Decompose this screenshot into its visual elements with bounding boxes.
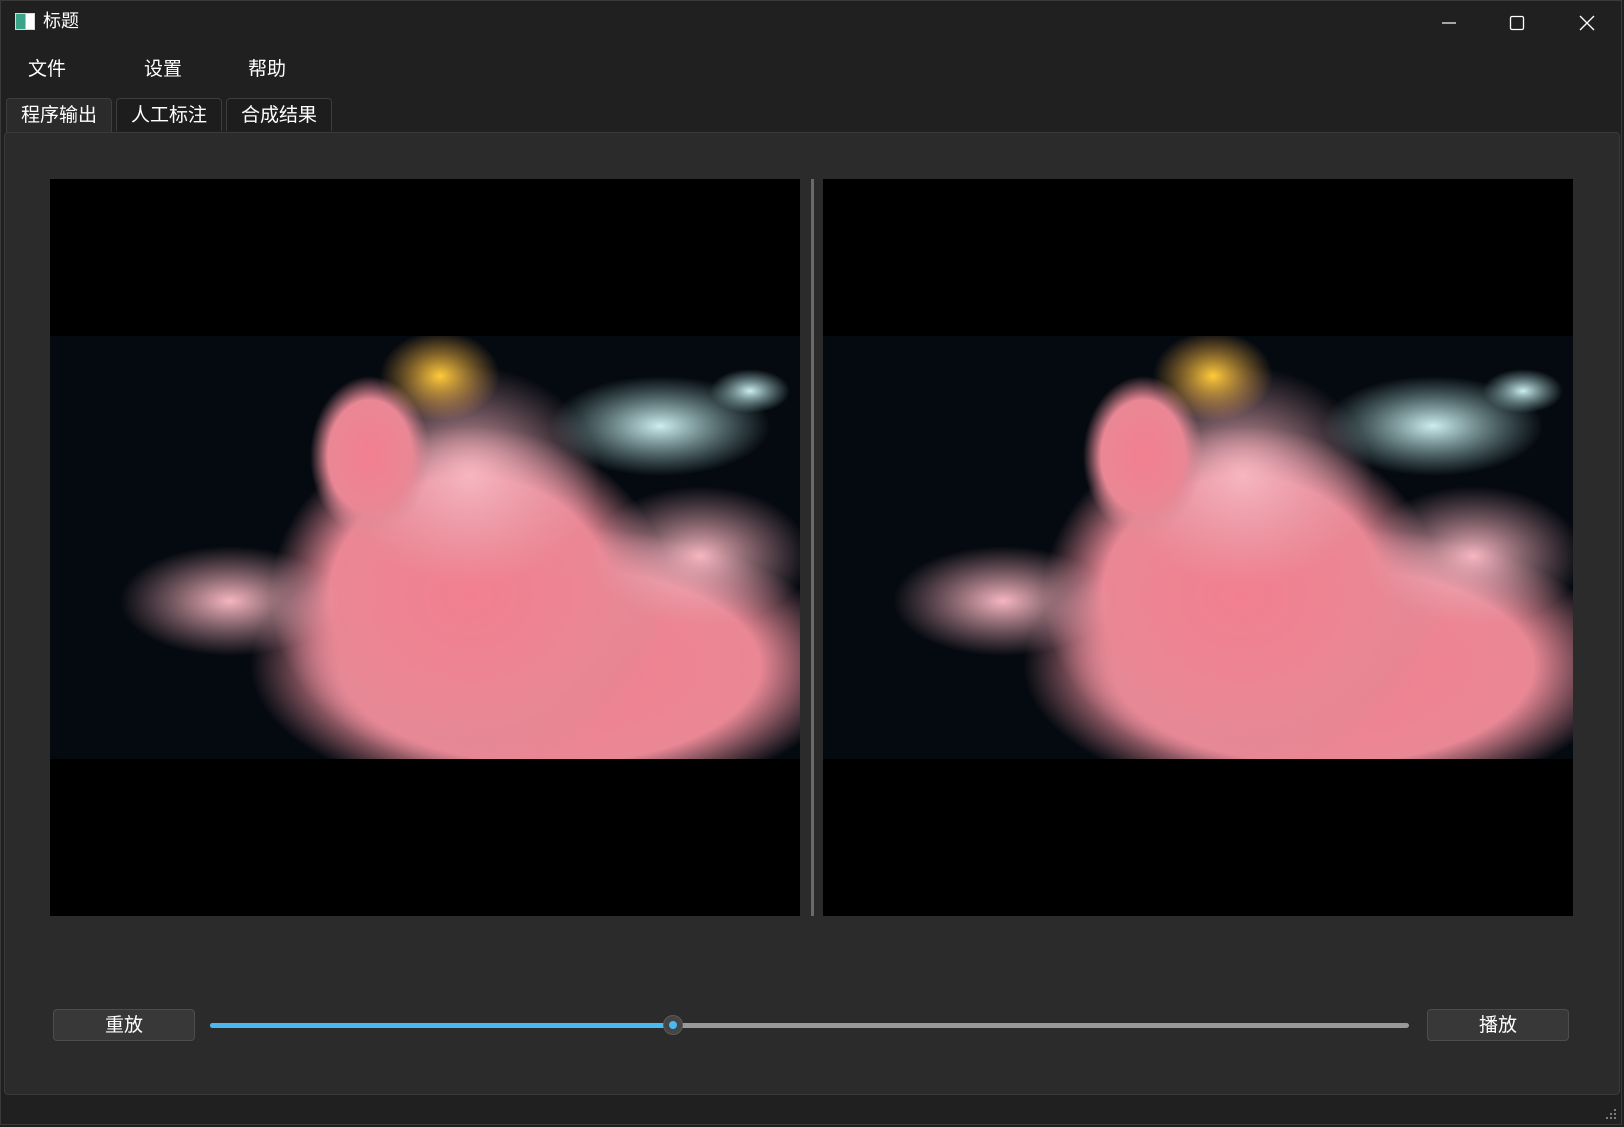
video-view-left[interactable]: [50, 179, 800, 916]
playback-slider[interactable]: [210, 1013, 1409, 1037]
view-splitter[interactable]: [811, 179, 814, 916]
menu-help[interactable]: 帮助: [221, 49, 313, 89]
tab-bar: 程序输出 人工标注 合成结果: [6, 98, 336, 133]
maximize-icon: [1509, 15, 1525, 31]
video-view-right[interactable]: [823, 179, 1573, 916]
app-window-icon: [15, 13, 35, 30]
window-title: 标题: [43, 11, 79, 32]
ink-video-frame: [50, 336, 800, 759]
status-bar: [1, 1096, 1621, 1124]
play-button[interactable]: 播放: [1427, 1009, 1569, 1041]
slider-progress: [210, 1023, 673, 1028]
resize-grip-icon[interactable]: [1605, 1108, 1617, 1120]
ink-video-frame: [823, 336, 1573, 759]
minimize-button[interactable]: [1415, 1, 1483, 45]
minimize-icon: [1442, 22, 1456, 24]
tab-composite-result[interactable]: 合成结果: [226, 98, 333, 131]
maximize-button[interactable]: [1483, 1, 1551, 45]
slider-handle[interactable]: [662, 1015, 683, 1035]
tab-manual-annotation[interactable]: 人工标注: [116, 98, 223, 131]
replay-button[interactable]: 重放: [53, 1009, 195, 1041]
app-window: 标题 文件 设置 帮助 程序输出 人工标注 合成结果 重放 播放: [0, 0, 1622, 1125]
menu-settings[interactable]: 设置: [117, 49, 209, 89]
close-icon: [1579, 15, 1595, 31]
menu-bar: 文件 设置 帮助: [1, 49, 325, 89]
title-bar[interactable]: 标题: [1, 1, 1621, 45]
menu-file[interactable]: 文件: [1, 49, 93, 89]
close-button[interactable]: [1553, 1, 1621, 45]
tab-program-output[interactable]: 程序输出: [6, 98, 113, 133]
tab-panel: 重放 播放: [4, 132, 1620, 1095]
